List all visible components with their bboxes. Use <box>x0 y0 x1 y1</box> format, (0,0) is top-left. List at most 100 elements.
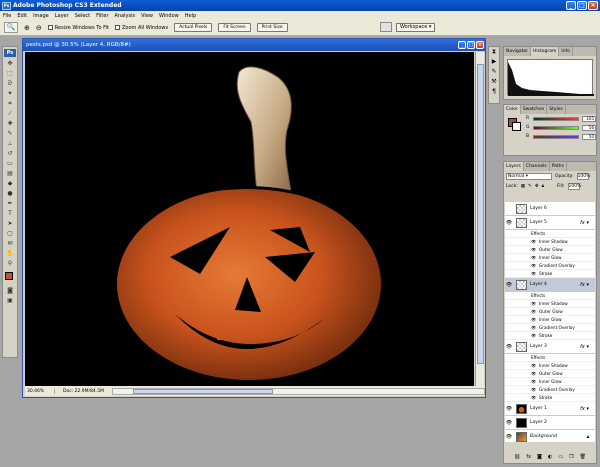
tab-layers[interactable]: Layers <box>504 162 524 171</box>
eraser-tool-icon[interactable]: ▭ <box>4 159 16 168</box>
dodge-tool-icon[interactable]: ● <box>4 189 16 198</box>
effect-eye-icon[interactable]: 👁︎ <box>531 255 539 260</box>
marquee-tool-icon[interactable]: ⬚ <box>4 69 16 78</box>
effect-row[interactable]: 👁︎ Inner Glow <box>505 378 595 386</box>
tab-swatches[interactable]: Swatches <box>521 105 548 114</box>
doc-minimize-button[interactable]: _ <box>458 41 466 49</box>
lock-all-icon[interactable]: 🔒︎ <box>542 183 544 189</box>
healing-brush-icon[interactable]: ✚ <box>4 119 16 128</box>
effect-row[interactable]: 👁︎ Stroke <box>505 332 595 340</box>
tab-info[interactable]: Info <box>559 47 573 56</box>
effect-row[interactable]: 👁︎ Inner Shadow <box>505 300 595 308</box>
effect-row[interactable]: 👁︎ Inner Glow <box>505 254 595 262</box>
quick-mask-icon[interactable]: ◙ <box>4 286 16 295</box>
layer-row[interactable]: 👁︎ Layer 3 fx ▾ <box>505 340 595 354</box>
canvas[interactable] <box>25 52 474 386</box>
tab-channels[interactable]: Channels <box>524 162 550 171</box>
effect-eye-icon[interactable]: 👁︎ <box>531 379 539 384</box>
effect-row[interactable]: Effects <box>505 354 595 362</box>
layer-row[interactable]: 👁︎ Background 🔒︎ <box>505 430 595 442</box>
menu-layer[interactable]: Layer <box>55 13 69 19</box>
layer-row[interactable]: Layer 6 <box>505 202 595 216</box>
zoom-all-checkbox[interactable]: Zoom All Windows <box>114 25 168 31</box>
red-value[interactable]: 105 <box>582 115 596 122</box>
fx-icon[interactable]: fx ▾ <box>580 282 589 288</box>
add-mask-icon[interactable]: ◙ <box>537 454 542 462</box>
effect-eye-icon[interactable]: 👁︎ <box>531 395 539 400</box>
bg-color-swatch[interactable] <box>512 122 521 131</box>
magic-wand-icon[interactable]: ✦ <box>4 89 16 98</box>
history-panel-icon[interactable]: ⧗ <box>489 47 499 57</box>
stamp-tool-icon[interactable]: ⊥ <box>4 139 16 148</box>
visibility-eye-icon[interactable]: 👁︎ <box>505 406 513 412</box>
notes-tool-icon[interactable]: ✉ <box>4 239 16 248</box>
maximize-button[interactable]: □ <box>577 1 587 10</box>
type-tool-icon[interactable]: T <box>4 209 16 218</box>
effect-row[interactable]: Effects <box>505 292 595 300</box>
tab-histogram[interactable]: Histogram <box>531 47 560 56</box>
zoom-level[interactable]: 30.46% <box>27 388 55 394</box>
menu-view[interactable]: View <box>141 13 153 19</box>
fx-icon[interactable]: fx ▾ <box>580 220 589 226</box>
visibility-eye-icon[interactable]: 👁︎ <box>505 344 513 350</box>
menu-filter[interactable]: Filter <box>96 13 108 19</box>
green-slider[interactable] <box>533 125 579 130</box>
menu-image[interactable]: Image <box>33 13 49 19</box>
fx-icon[interactable]: fx ▾ <box>580 406 589 412</box>
doc-maximize-button[interactable]: □ <box>467 41 475 49</box>
resize-windows-checkbox[interactable]: Resize Windows To Fit <box>47 25 109 31</box>
lock-pixels-icon[interactable]: ✎ <box>528 184 532 189</box>
brushes-panel-icon[interactable]: ✎ <box>489 67 499 77</box>
visibility-eye-icon[interactable]: 👁︎ <box>505 220 513 226</box>
visibility-eye-icon[interactable]: 👁︎ <box>505 434 513 440</box>
layer-row[interactable]: 👁︎ Layer 2 <box>505 416 595 430</box>
blue-value[interactable]: 50 <box>582 133 596 140</box>
effect-row[interactable]: 👁︎ Stroke <box>505 270 595 278</box>
effect-eye-icon[interactable]: 👁︎ <box>531 363 539 368</box>
green-value[interactable]: 56 <box>582 124 596 131</box>
tab-color[interactable]: Color <box>504 105 521 114</box>
path-select-icon[interactable]: ➤ <box>4 219 16 228</box>
effect-row[interactable]: 👁︎ Inner Glow <box>505 316 595 324</box>
adjustment-layer-icon[interactable]: ◐ <box>548 454 552 462</box>
effect-eye-icon[interactable]: 👁︎ <box>531 317 539 322</box>
lock-transparency-icon[interactable]: ▦ <box>521 184 525 189</box>
effect-eye-icon[interactable]: 👁︎ <box>531 239 539 244</box>
foreground-color[interactable] <box>5 272 13 280</box>
menu-file[interactable]: File <box>3 13 11 19</box>
lasso-tool-icon[interactable]: ᘐ <box>4 79 16 88</box>
delete-layer-icon[interactable]: 🗑︎ <box>580 454 586 462</box>
print-size-button[interactable]: Print Size <box>256 23 288 32</box>
effect-row[interactable]: 👁︎ Outer Glow <box>505 308 595 316</box>
history-brush-icon[interactable]: ↺ <box>4 149 16 158</box>
zoom-tool-small-icon[interactable]: ⚲ <box>4 259 16 268</box>
actual-pixels-button[interactable]: Actual Pixels <box>174 23 213 32</box>
blur-tool-icon[interactable]: ◆ <box>4 179 16 188</box>
effect-eye-icon[interactable]: 👁︎ <box>531 247 539 252</box>
effect-row[interactable]: Effects <box>505 230 595 238</box>
paragraph-panel-icon[interactable]: ¶ <box>489 87 499 97</box>
effect-eye-icon[interactable]: 👁︎ <box>531 271 539 276</box>
effect-eye-icon[interactable]: 👁︎ <box>531 301 539 306</box>
effect-row[interactable]: 👁︎ Outer Glow <box>505 370 595 378</box>
lock-position-icon[interactable]: ✥ <box>535 184 539 189</box>
tab-navigator[interactable]: Navigator <box>504 47 532 56</box>
fill-input[interactable]: 100% <box>567 182 581 190</box>
tab-paths[interactable]: Paths <box>550 162 567 171</box>
menu-window[interactable]: Window <box>159 13 179 19</box>
horizontal-scrollbar[interactable] <box>111 387 485 395</box>
layer-row-selected[interactable]: 👁︎ Layer 4 fx ▾ <box>505 278 595 292</box>
menu-edit[interactable]: Edit <box>17 13 27 19</box>
effect-row[interactable]: 👁︎ Inner Shadow <box>505 238 595 246</box>
opacity-input[interactable]: 100% <box>576 172 590 180</box>
tool-presets-icon[interactable]: ⚒ <box>489 77 499 87</box>
doc-close-button[interactable]: × <box>476 41 484 49</box>
effect-eye-icon[interactable]: 👁︎ <box>531 333 539 338</box>
menu-analysis[interactable]: Analysis <box>115 13 136 19</box>
hand-tool-icon[interactable]: ✋ <box>4 249 16 258</box>
effect-row[interactable]: 👁︎ Inner Shadow <box>505 362 595 370</box>
effect-row[interactable]: 👁︎ Gradient Overlay <box>505 324 595 332</box>
zoom-out-icon[interactable]: ⊖ <box>36 24 42 32</box>
pen-tool-icon[interactable]: ✒ <box>4 199 16 208</box>
fx-icon[interactable]: fx ▾ <box>580 344 589 350</box>
